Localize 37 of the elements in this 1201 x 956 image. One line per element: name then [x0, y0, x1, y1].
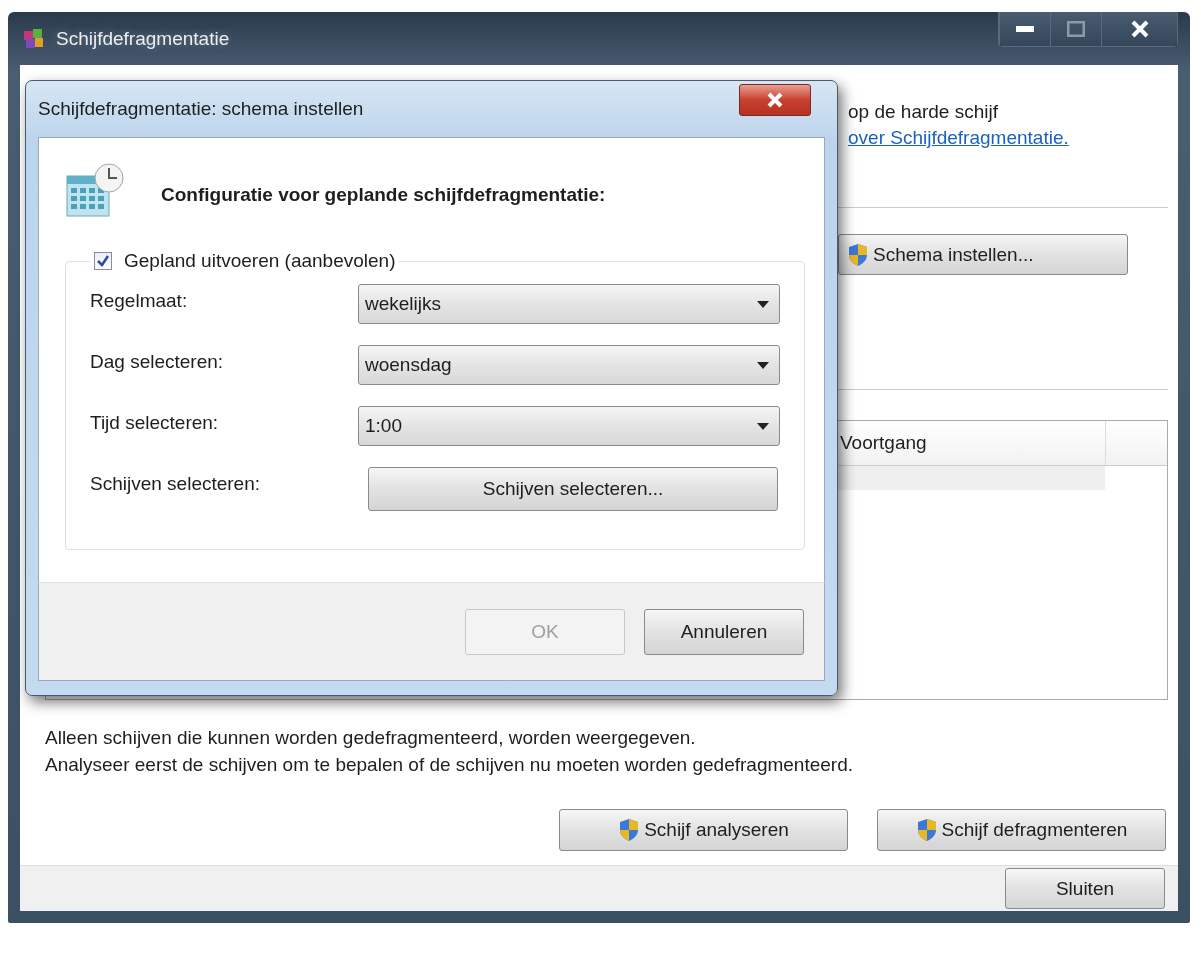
close-icon — [767, 92, 783, 108]
help-link[interactable]: over Schijfdefragmentatie. — [848, 125, 1168, 151]
checkbox-label[interactable]: Gepland uitvoeren (aanbevolen) — [124, 250, 396, 272]
schedule-button[interactable]: Schema instellen... — [838, 234, 1128, 275]
shield-icon — [618, 818, 641, 842]
shield-icon — [847, 242, 869, 267]
dropdown[interactable]: woensdag — [358, 345, 780, 385]
info-text: Alleen schijven die kunnen worden gedefragmenteerd, worden weergegeven. — [45, 726, 697, 750]
dialog-title: Schijfdefragmentatie: schema instellen — [38, 98, 364, 120]
caret-icon — [757, 361, 769, 369]
field-label: Dag selecteren: — [90, 350, 225, 373]
shield-icon — [915, 818, 938, 842]
close-button[interactable] — [739, 84, 811, 116]
app-icon — [22, 26, 46, 51]
minimize-button[interactable] — [999, 12, 1050, 46]
caret-icon — [757, 300, 769, 308]
field-label: Schijven selecteren: — [90, 472, 262, 495]
dropdown[interactable]: wekelijks — [358, 284, 780, 324]
maximize-icon — [1067, 21, 1085, 37]
maximize-button[interactable] — [1050, 12, 1101, 46]
schedule-checkbox[interactable] — [94, 252, 112, 270]
info-text: Analyseer eerst de schijven om te bepalen of de schijven nu moeten worden gedefragmenteerd. — [45, 753, 854, 777]
caret-icon — [757, 422, 769, 430]
cancel-button[interactable]: Annuleren — [644, 608, 804, 655]
minimize-icon — [1016, 26, 1034, 32]
description-text: op de harde schijf — [848, 100, 999, 124]
field-label: Regelmaat: — [90, 289, 189, 312]
defragment-button[interactable]: Schijf defragmenteren — [877, 809, 1166, 851]
close-window-button[interactable]: Sluiten — [1005, 868, 1165, 909]
dropdown[interactable]: 1:00 — [358, 406, 780, 446]
select-disks-button[interactable]: Schijven selecteren... — [368, 467, 778, 511]
analyze-button[interactable]: Schijf analyseren — [559, 809, 848, 851]
window-title: Schijfdefragmentatie — [56, 27, 230, 50]
close-icon — [1130, 20, 1149, 38]
close-button[interactable] — [1101, 12, 1177, 46]
field-label: Tijd selecteren: — [90, 411, 220, 434]
dialog-heading: Configuratie voor geplande schijfdefragmentatie: — [161, 184, 606, 206]
